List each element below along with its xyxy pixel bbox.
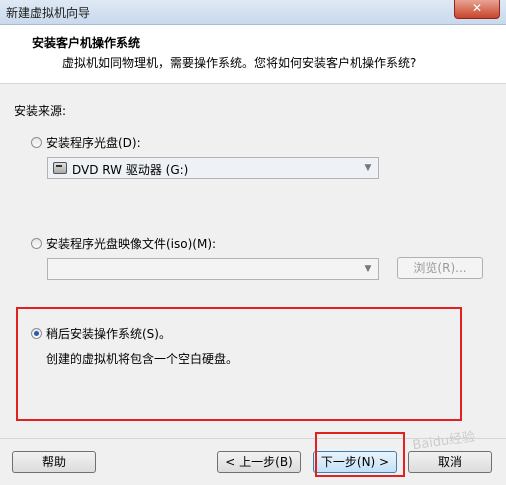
iso-path-select[interactable]: ▼ — [47, 258, 379, 280]
browse-button[interactable]: 浏览(R)... — [397, 257, 483, 279]
iso-option-label[interactable]: 安装程序光盘映像文件(iso)(M): — [46, 235, 216, 252]
later-option-label[interactable]: 稍后安装操作系统(S)。 — [46, 325, 171, 342]
later-option-description: 创建的虚拟机将包含一个空白硬盘。 — [46, 352, 239, 366]
iso-radio[interactable] — [31, 238, 42, 249]
help-button[interactable]: 帮助 — [12, 451, 96, 473]
drive-select-value: DVD RW 驱动器 (G:) — [72, 163, 189, 177]
back-button[interactable]: < 上一步(B) — [217, 451, 301, 473]
close-button[interactable]: ✕ — [454, 0, 500, 19]
drive-select[interactable]: DVD RW 驱动器 (G:) ▼ — [47, 157, 379, 179]
disc-radio[interactable] — [31, 137, 42, 148]
install-source-label: 安装来源: — [14, 104, 67, 118]
next-highlight-box — [315, 432, 405, 477]
new-vm-wizard-window: 新建虚拟机向导 ✕ 安装客户机操作系统 虚拟机如同物理机，需要操作系统。您将如何… — [0, 0, 506, 485]
chevron-down-icon[interactable]: ▼ — [361, 262, 375, 276]
later-radio[interactable] — [31, 328, 42, 339]
cancel-button[interactable]: 取消 — [408, 451, 492, 473]
title-bar: 新建虚拟机向导 ✕ — [0, 0, 506, 25]
page-subtitle: 虚拟机如同物理机，需要操作系统。您将如何安装客户机操作系统? — [62, 56, 417, 70]
dvd-drive-icon — [53, 162, 67, 174]
wizard-header: 安装客户机操作系统 虚拟机如同物理机，需要操作系统。您将如何安装客户机操作系统? — [0, 25, 506, 84]
watermark: Baidu经验 — [411, 429, 477, 454]
window-title: 新建虚拟机向导 — [6, 6, 91, 20]
disc-option-label[interactable]: 安装程序光盘(D): — [46, 134, 141, 151]
chevron-down-icon[interactable]: ▼ — [361, 161, 375, 175]
page-title: 安装客户机操作系统 — [32, 36, 141, 50]
